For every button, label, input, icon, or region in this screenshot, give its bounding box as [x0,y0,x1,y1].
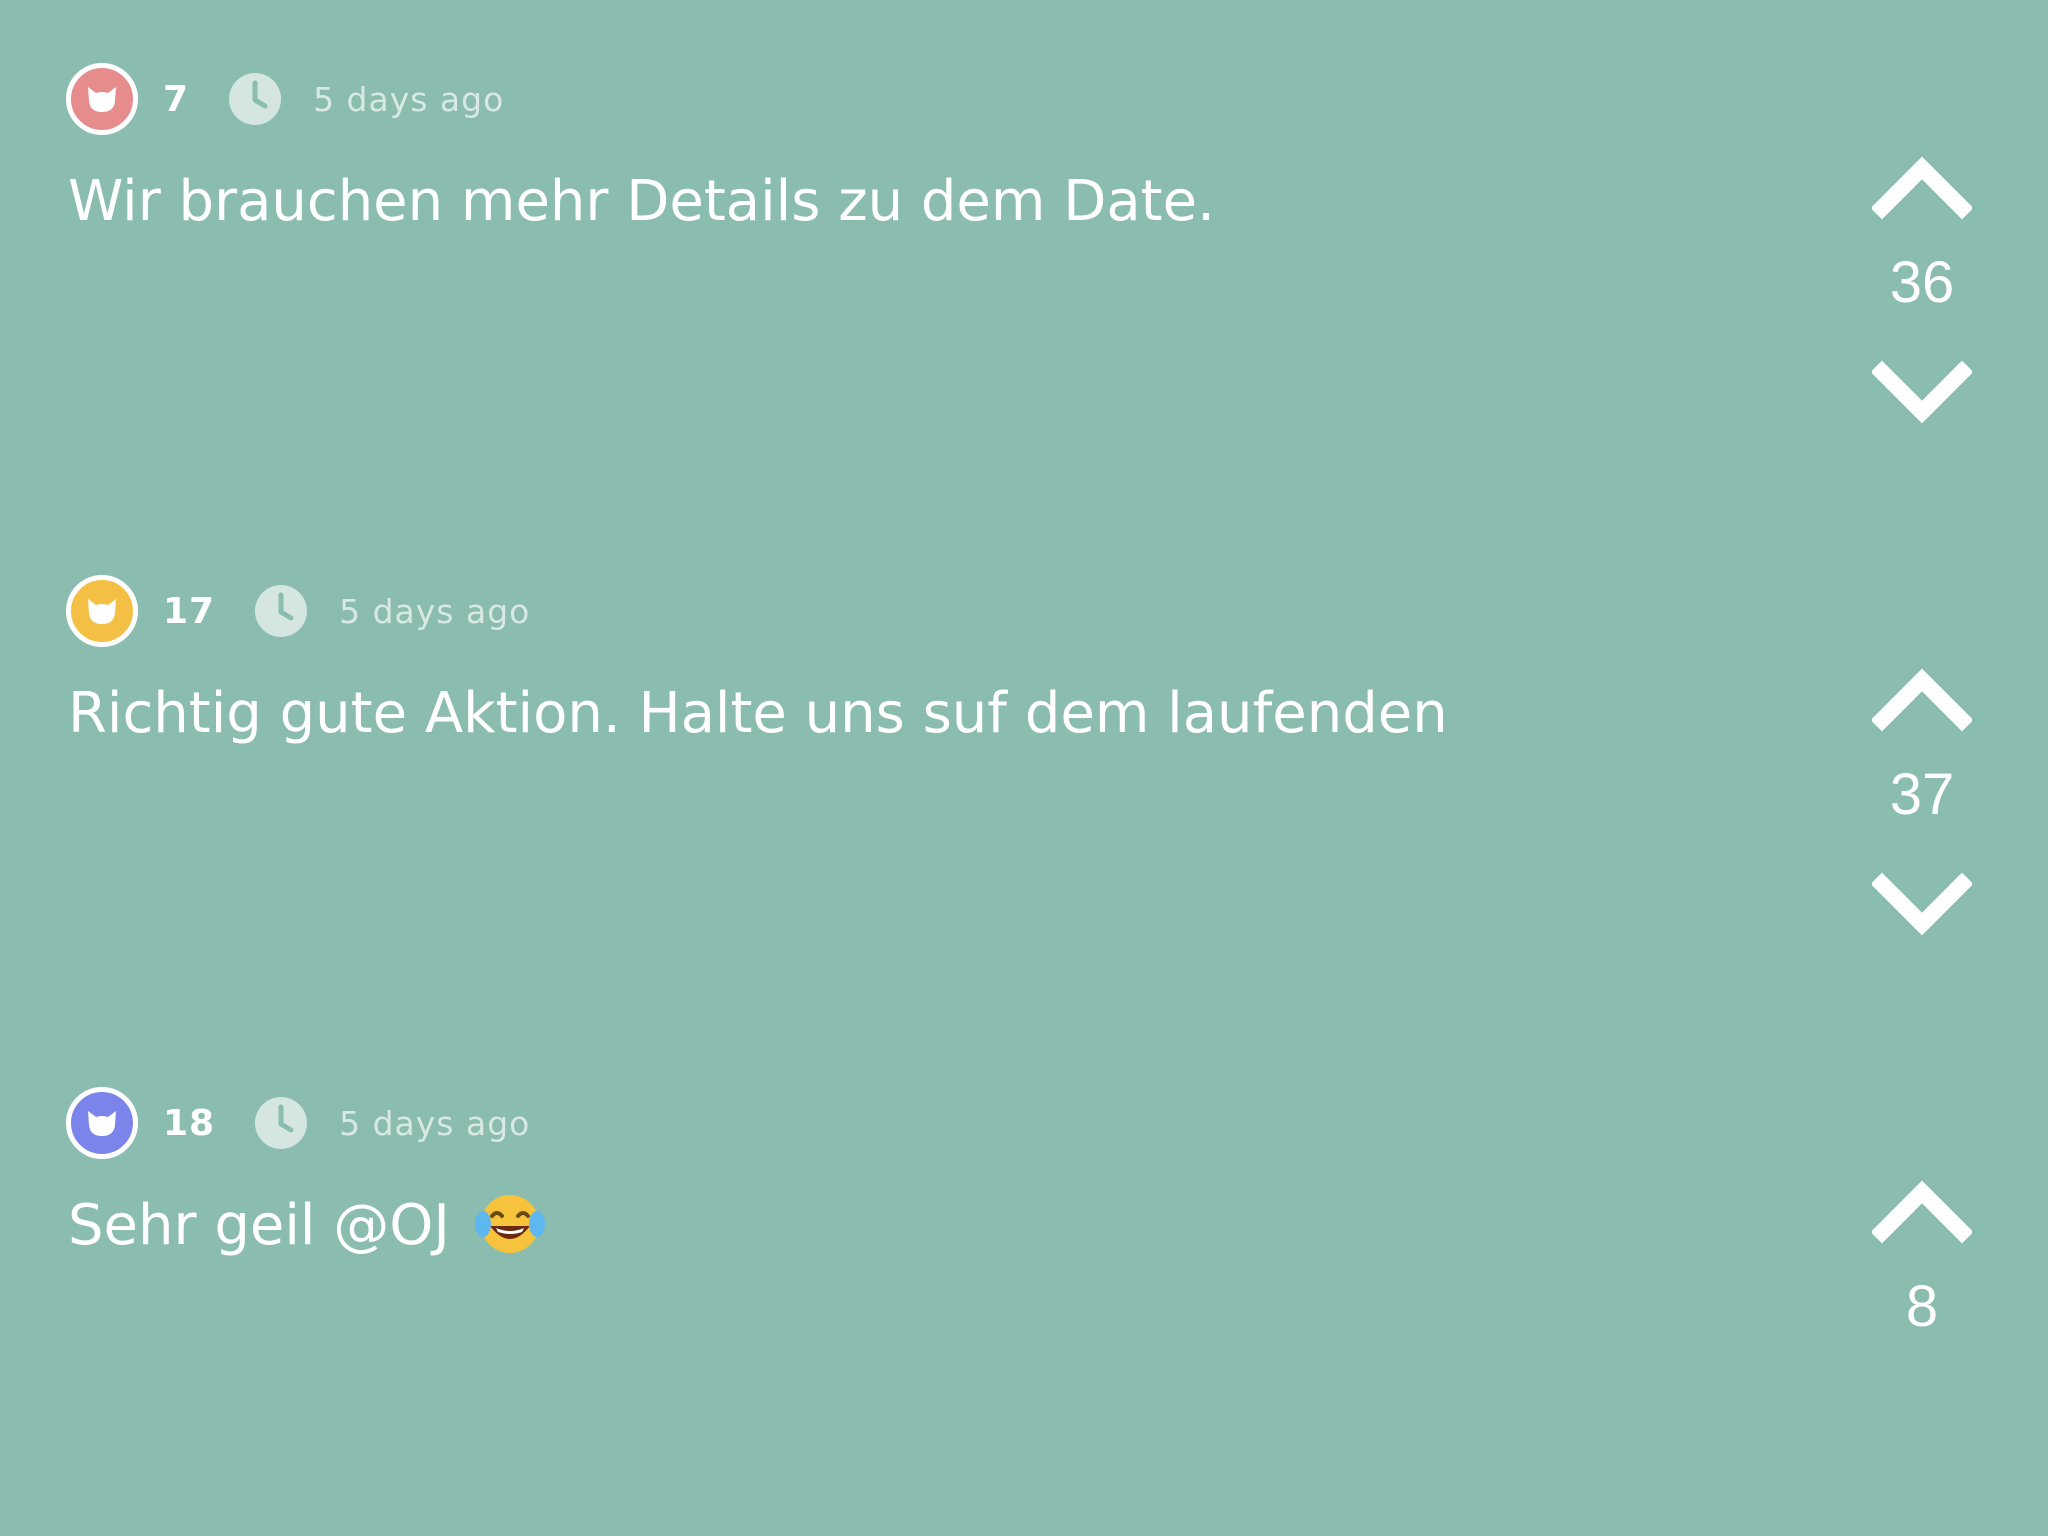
comment-item: 17 5 days ago Richtig gute Aktion. Halte… [0,512,2048,1024]
clock-icon [229,73,282,125]
comment-text: Wir brauchen mehr Details zu dem Date. [68,169,1215,234]
cat-face-icon [88,1111,116,1136]
downvote-arrow-icon[interactable] [1872,360,1972,430]
face-with-tears-of-joy-icon [474,1195,545,1253]
timestamp: 5 days ago [313,79,505,119]
comment-text-row: Sehr geil @OJ [68,1190,546,1262]
comment-meta: 17 5 days ago [66,574,530,648]
avatar [66,575,138,647]
cat-face-icon [88,87,116,112]
vote-count: 36 [1889,250,1955,315]
comment-meta: 18 5 days ago [66,1086,530,1160]
comment-text: Sehr geil @OJ [68,1193,450,1258]
avatar [66,63,138,135]
vote-count: 37 [1889,762,1955,827]
comment-item: 7 5 days ago Wir brauchen mehr Details z… [0,0,2048,512]
upvote-arrow-icon[interactable] [1872,662,1972,732]
comment-item: 18 5 days ago Sehr geil @OJ 8 [0,1024,2048,1536]
clock-icon [255,585,308,637]
vote-count: 8 [1905,1274,1939,1339]
cat-face-icon [88,599,116,624]
timestamp: 5 days ago [339,1103,531,1143]
upvote-arrow-icon[interactable] [1872,1174,1972,1244]
comment-text: Richtig gute Aktion. Halte uns suf dem l… [68,681,1448,746]
timestamp: 5 days ago [339,591,531,631]
clock-icon [255,1097,308,1149]
poster-number: 18 [163,1102,216,1144]
poster-number: 7 [163,78,190,120]
downvote-arrow-icon[interactable] [1872,872,1972,942]
comment-meta: 7 5 days ago [66,62,504,136]
poster-number: 17 [163,590,216,632]
upvote-arrow-icon[interactable] [1872,150,1972,220]
avatar [66,1087,138,1159]
